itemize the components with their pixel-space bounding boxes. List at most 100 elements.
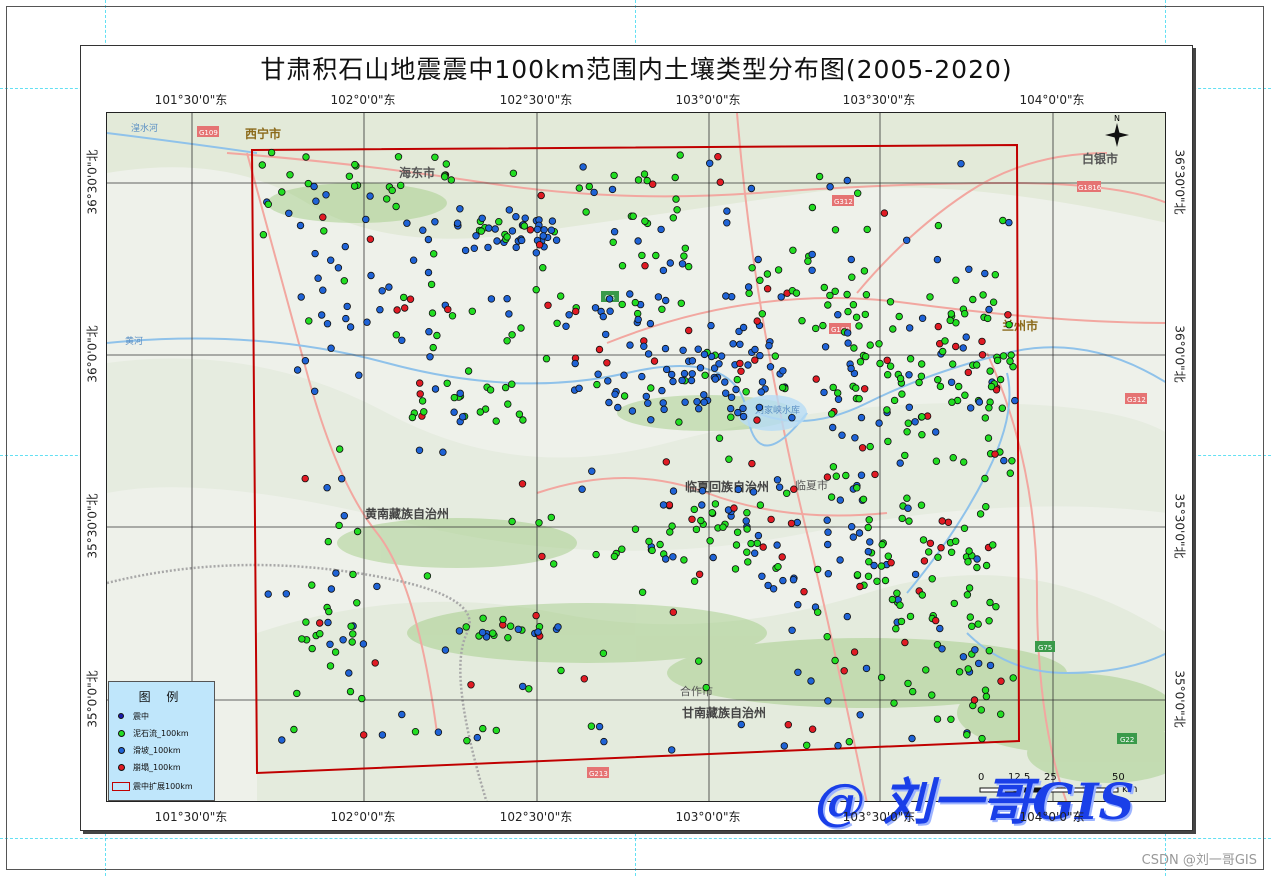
hazard-point bbox=[996, 375, 1005, 384]
hazard-point bbox=[855, 395, 863, 403]
blue-dot-icon bbox=[117, 746, 125, 754]
hazard-point bbox=[739, 412, 748, 421]
label-gannan: 甘南藏族自治州 bbox=[682, 705, 766, 720]
hazard-point bbox=[722, 389, 730, 397]
hazard-point bbox=[394, 153, 403, 161]
hazard-point bbox=[711, 500, 720, 508]
hazard-point bbox=[327, 585, 336, 593]
hazard-point bbox=[857, 471, 866, 479]
hazard-point bbox=[647, 384, 655, 392]
hazard-point bbox=[285, 209, 293, 217]
hazard-point bbox=[991, 450, 999, 458]
hazard-point bbox=[491, 225, 499, 233]
hazard-point bbox=[850, 344, 858, 352]
hazard-point bbox=[780, 742, 788, 750]
lon-label-bottom: 102°30'0"东 bbox=[499, 810, 573, 824]
hazard-point bbox=[661, 344, 670, 353]
hazard-point bbox=[892, 625, 900, 633]
hazard-point bbox=[897, 617, 906, 626]
hazard-point bbox=[909, 687, 917, 696]
hazard-point bbox=[320, 227, 328, 235]
hazard-point bbox=[258, 161, 266, 169]
hazard-point bbox=[534, 628, 542, 636]
hazard-point bbox=[450, 408, 458, 416]
hazard-point bbox=[459, 413, 467, 421]
lon-label-bottom: 104°0'0"东 bbox=[1019, 810, 1085, 824]
road-shield-label: G213 bbox=[589, 770, 608, 778]
hazard-point bbox=[737, 720, 745, 729]
hazard-point bbox=[862, 352, 870, 361]
hazard-point bbox=[877, 562, 886, 570]
hazard-point bbox=[550, 560, 558, 568]
hazard-point bbox=[744, 558, 752, 566]
hazard-point bbox=[751, 549, 759, 557]
hazard-point bbox=[553, 319, 561, 327]
hazard-point bbox=[981, 686, 990, 694]
hazard-point bbox=[416, 390, 424, 398]
hazard-point bbox=[685, 326, 693, 335]
hazard-point bbox=[366, 192, 374, 200]
hazard-point bbox=[765, 341, 773, 350]
hazard-point bbox=[676, 151, 684, 159]
hazard-point bbox=[789, 246, 797, 254]
hazard-point bbox=[657, 225, 665, 234]
road-shield-label: G312 bbox=[834, 198, 853, 206]
hazard-point bbox=[669, 214, 677, 222]
buffer-rect-icon bbox=[112, 781, 130, 791]
road-shield-label: G312 bbox=[1127, 396, 1146, 404]
hazard-point bbox=[508, 227, 517, 235]
hazard-point bbox=[594, 370, 602, 378]
hazard-point bbox=[784, 721, 792, 729]
hazard-point bbox=[715, 434, 724, 442]
hazard-point bbox=[787, 519, 796, 528]
hazard-point bbox=[807, 677, 815, 685]
hazard-point bbox=[688, 515, 696, 523]
hazard-point bbox=[316, 630, 324, 638]
hazard-point bbox=[1009, 674, 1017, 682]
hazard-point bbox=[727, 393, 736, 401]
hazard-point bbox=[431, 153, 439, 161]
hazard-point bbox=[428, 309, 437, 317]
hazard-point bbox=[444, 305, 452, 314]
hazard-point bbox=[293, 689, 301, 698]
hazard-point bbox=[314, 274, 322, 282]
hazard-point bbox=[779, 576, 787, 585]
hazard-point bbox=[844, 339, 852, 347]
hazard-point bbox=[798, 316, 806, 325]
hazard-point bbox=[317, 311, 326, 319]
hazard-point bbox=[938, 645, 946, 653]
hazard-point bbox=[731, 565, 740, 573]
hazard-point bbox=[727, 413, 735, 421]
hazard-point bbox=[400, 293, 408, 302]
hazard-point bbox=[508, 331, 516, 339]
hazard-point bbox=[425, 327, 433, 336]
hazard-point bbox=[851, 434, 859, 442]
hazard-point bbox=[319, 213, 327, 221]
hazard-point bbox=[678, 376, 686, 385]
hazard-point bbox=[946, 316, 954, 325]
hazard-point bbox=[642, 392, 650, 401]
hazard-point bbox=[982, 692, 991, 701]
hazard-point bbox=[856, 582, 864, 591]
hazard-point bbox=[557, 292, 565, 300]
hazard-point bbox=[823, 516, 831, 524]
hazard-point bbox=[895, 312, 903, 321]
hazard-point bbox=[934, 322, 942, 331]
hazard-point bbox=[681, 244, 689, 252]
hazard-point bbox=[824, 301, 832, 309]
hazard-point bbox=[756, 501, 765, 509]
hazard-point bbox=[433, 331, 441, 340]
hazard-point bbox=[745, 289, 753, 297]
hazard-point bbox=[419, 226, 427, 234]
hazard-point bbox=[455, 627, 464, 635]
hazard-point bbox=[620, 392, 629, 400]
map-frame[interactable]: G109 G312 G109 G312 G75 G22 G6 G1816 G21… bbox=[106, 112, 1166, 802]
map-canvas[interactable]: G109 G312 G109 G312 G75 G22 G6 G1816 G21… bbox=[107, 113, 1166, 802]
hazard-point bbox=[518, 236, 526, 245]
hazard-point bbox=[355, 371, 363, 379]
hazard-point bbox=[264, 200, 272, 208]
hazard-point bbox=[842, 471, 850, 480]
hazard-point bbox=[881, 576, 890, 585]
hazard-point bbox=[775, 483, 784, 491]
hazard-point bbox=[397, 181, 405, 190]
